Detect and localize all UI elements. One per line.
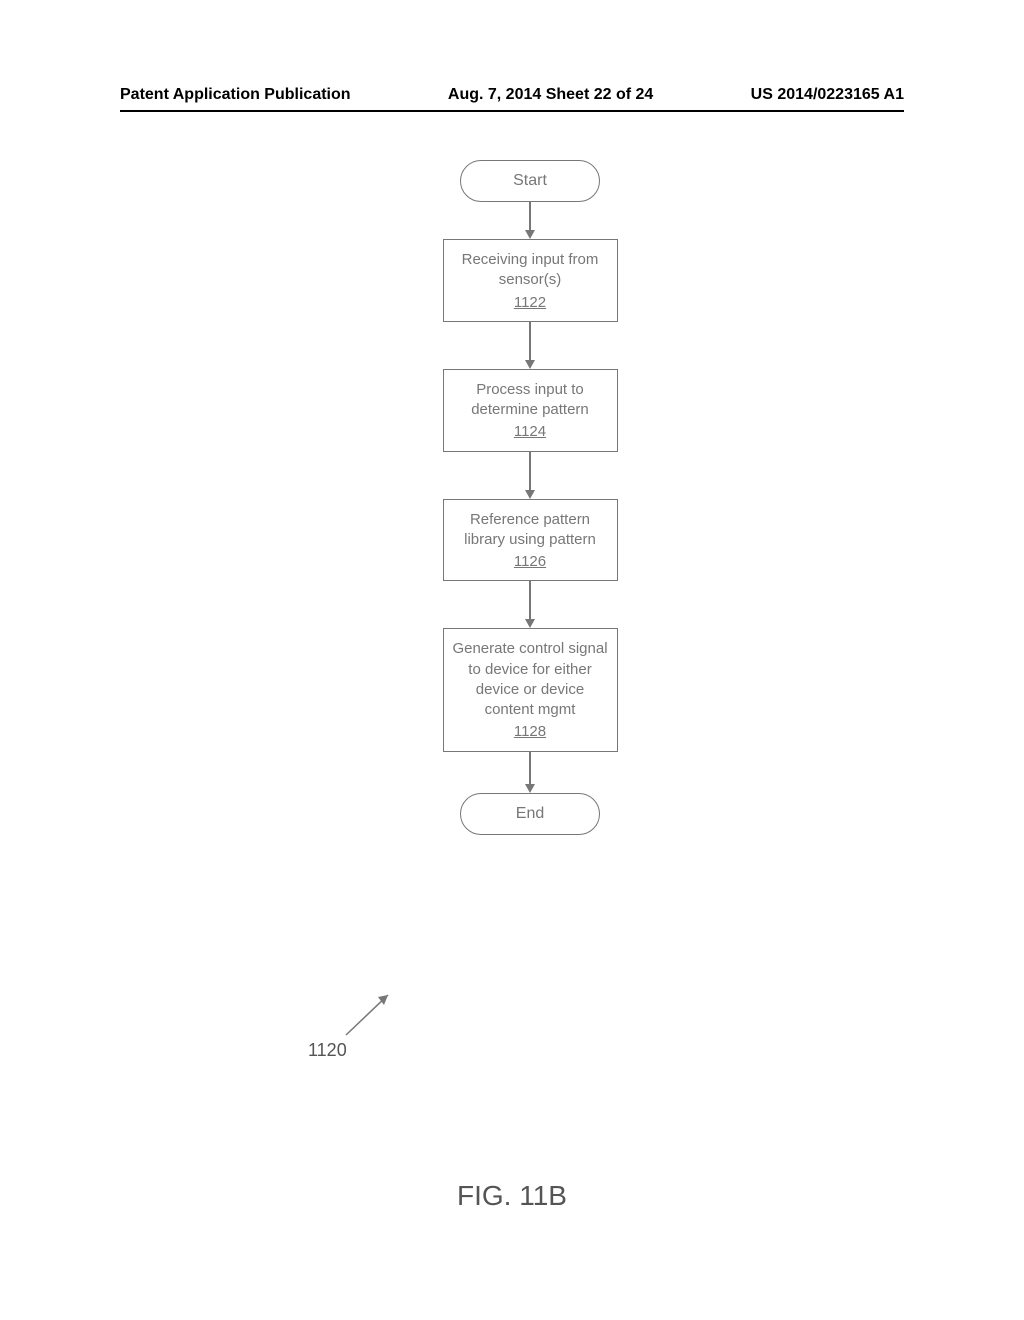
arrow-icon [525, 752, 535, 793]
end-terminator: End [460, 793, 600, 835]
step-ref: 1124 [514, 422, 546, 442]
step-ref: 1128 [514, 722, 546, 742]
arrow-icon [525, 581, 535, 628]
process-step-3: Reference pattern library using pattern … [443, 499, 618, 582]
step-text: Process input to determine pattern [452, 380, 609, 421]
pointer-label: 1120 [308, 1040, 347, 1061]
start-terminator: Start [460, 160, 600, 202]
page-header: Patent Application Publication Aug. 7, 2… [120, 86, 904, 104]
arrow-icon [525, 322, 535, 369]
reference-pointer: 1120 [308, 980, 428, 1070]
step-text: Receiving input from sensor(s) [452, 250, 609, 291]
header-rule [120, 110, 904, 112]
start-label: Start [513, 172, 547, 190]
arrow-icon [525, 202, 535, 239]
header-left: Patent Application Publication [120, 86, 351, 104]
process-step-2: Process input to determine pattern 1124 [443, 369, 618, 452]
step-ref: 1126 [514, 552, 546, 572]
header-right: US 2014/0223165 A1 [751, 86, 904, 104]
process-step-4: Generate control signal to device for ei… [443, 628, 618, 751]
figure-caption: FIG. 11B [0, 1180, 1024, 1212]
step-text: Reference pattern library using pattern [452, 510, 609, 551]
step-text: Generate control signal to device for ei… [452, 639, 609, 720]
end-label: End [516, 805, 544, 823]
flowchart: Start Receiving input from sensor(s) 112… [430, 160, 630, 835]
process-step-1: Receiving input from sensor(s) 1122 [443, 239, 618, 322]
step-ref: 1122 [514, 293, 546, 313]
header-center: Aug. 7, 2014 Sheet 22 of 24 [448, 86, 653, 104]
arrow-icon [525, 452, 535, 499]
